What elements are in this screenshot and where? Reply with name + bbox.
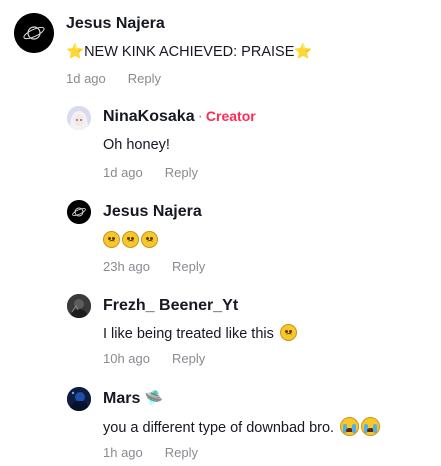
comment-text-body: NEW KINK ACHIEVED: PRAISE bbox=[84, 44, 295, 60]
star-emoji-icon: ⭐ bbox=[294, 44, 313, 60]
reply-button[interactable]: Reply bbox=[172, 351, 205, 366]
loudly-crying-face-emoji-icon bbox=[340, 417, 360, 436]
comment-text: ⭐NEW KINK ACHIEVED: PRAISE⭐ bbox=[66, 43, 312, 60]
comment-meta: 23h ago Reply bbox=[103, 259, 205, 274]
planet-logo-icon bbox=[67, 200, 91, 224]
comment-author[interactable]: Mars bbox=[103, 390, 140, 407]
reply-button[interactable]: Reply bbox=[165, 445, 198, 460]
pleading-face-emoji-icon bbox=[141, 231, 158, 248]
loudly-crying-face-emoji-icon bbox=[361, 417, 381, 436]
ufo-emoji-icon: 🛸 bbox=[144, 389, 164, 407]
reply-button[interactable]: Reply bbox=[172, 259, 205, 274]
planet-logo-icon bbox=[14, 13, 54, 53]
comment-meta: 10h ago Reply bbox=[103, 351, 205, 366]
comment-time: 23h ago bbox=[103, 259, 150, 274]
comment-meta: 1h ago Reply bbox=[103, 445, 198, 460]
separator-dot: · bbox=[197, 108, 203, 125]
pleading-face-emoji-icon bbox=[122, 231, 139, 248]
user-avatar[interactable] bbox=[67, 387, 91, 411]
comment-time: 10h ago bbox=[103, 351, 150, 366]
comment-author-row: Mars 🛸 bbox=[103, 389, 164, 408]
star-emoji-icon: ⭐ bbox=[66, 44, 85, 60]
user-avatar[interactable] bbox=[67, 200, 91, 224]
comment-time: 1h ago bbox=[103, 445, 143, 460]
comment-text: I like being treated like this bbox=[103, 324, 299, 342]
user-avatar[interactable] bbox=[67, 106, 91, 130]
user-photo-icon bbox=[67, 387, 91, 411]
creator-badge: Creator bbox=[205, 108, 256, 124]
pleading-face-emoji-icon bbox=[103, 231, 120, 248]
comment-text-body: I like being treated like this bbox=[103, 326, 274, 342]
comment-time: 1d ago bbox=[103, 165, 143, 180]
comment-text: Oh honey! bbox=[103, 137, 170, 153]
pleading-face-emoji-icon bbox=[279, 324, 297, 341]
comment-author[interactable]: Frezh_ Beener_Yt bbox=[103, 297, 238, 315]
user-avatar[interactable] bbox=[67, 294, 91, 318]
comment-text-body: you a different type of downbad bro. bbox=[103, 420, 335, 436]
comment-meta: 1d ago Reply bbox=[103, 165, 198, 180]
reply-button[interactable]: Reply bbox=[165, 165, 198, 180]
comment-time: 1d ago bbox=[66, 71, 106, 86]
anime-avatar-icon bbox=[67, 106, 91, 130]
comment-author[interactable]: Jesus Najera bbox=[103, 203, 202, 221]
user-avatar[interactable] bbox=[14, 13, 54, 53]
comment-text bbox=[103, 231, 160, 249]
comment-author[interactable]: NinaKosaka bbox=[103, 108, 195, 125]
comment-author[interactable]: Jesus Najera bbox=[66, 15, 165, 33]
comment-author-row: NinaKosaka · Creator bbox=[103, 108, 256, 126]
reply-button[interactable]: Reply bbox=[128, 71, 161, 86]
comment-text: you a different type of downbad bro. bbox=[103, 417, 381, 436]
comment-meta: 1d ago Reply bbox=[66, 71, 161, 86]
user-photo-icon bbox=[67, 294, 91, 318]
